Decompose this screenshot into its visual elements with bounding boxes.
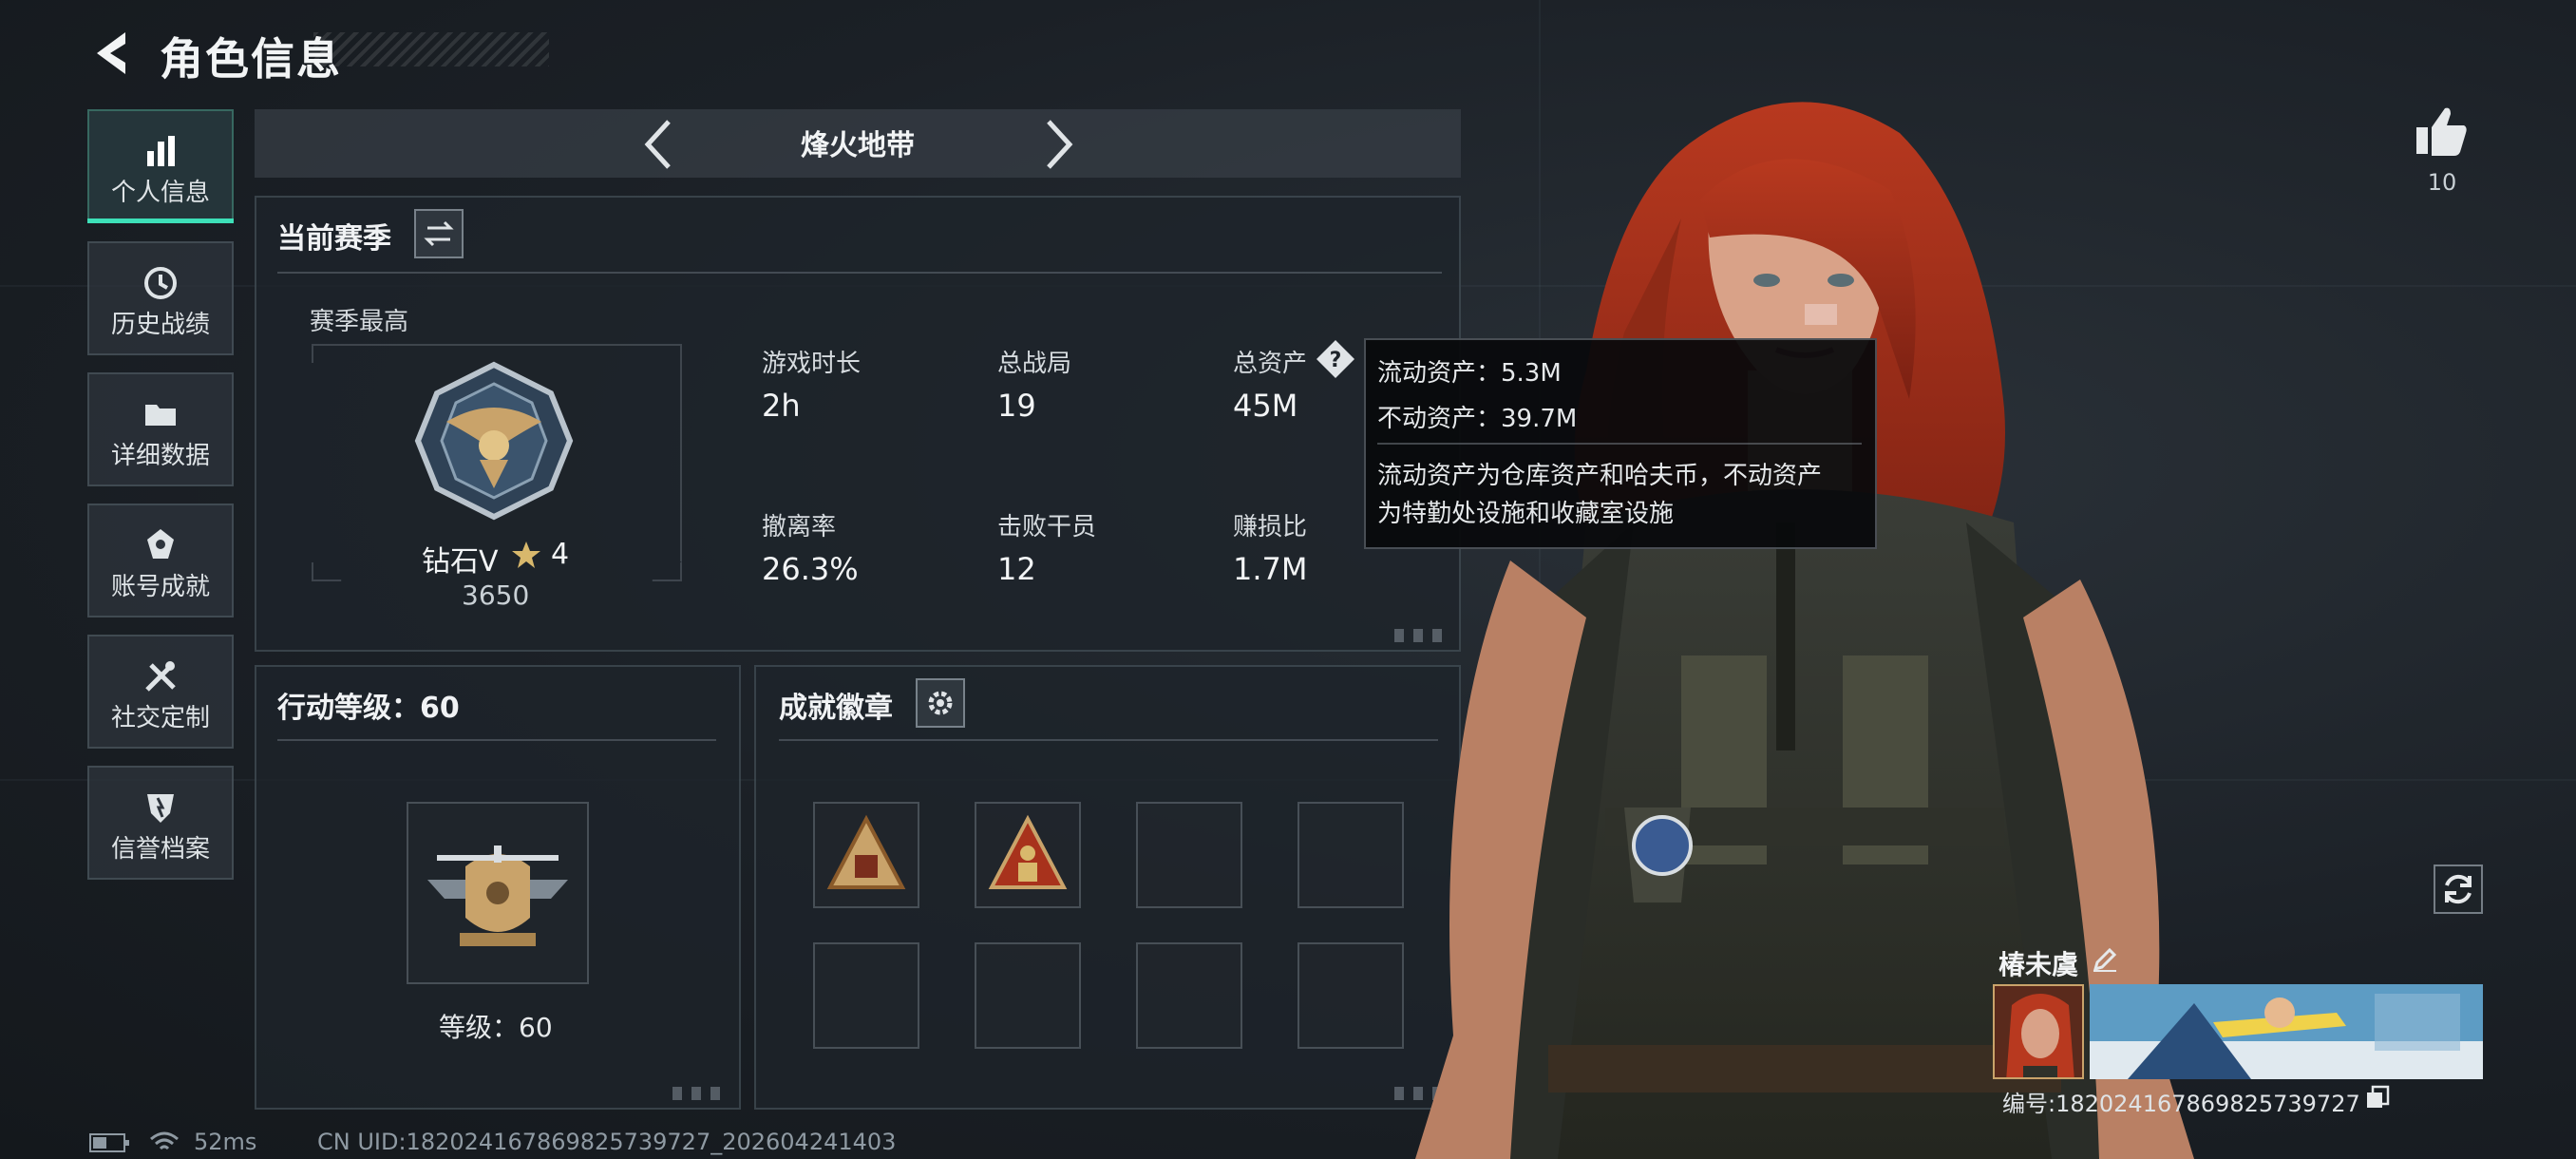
next-mode-arrow-icon[interactable]	[1041, 118, 1075, 171]
copy-icon[interactable]	[2365, 1085, 2390, 1110]
history-icon	[144, 267, 177, 299]
sidebar-item-social[interactable]: 社交定制	[87, 635, 234, 749]
soldier-badge-icon	[988, 814, 1068, 889]
sidebar-item-reputation[interactable]: 信誉档案	[87, 766, 234, 880]
tooltip-description-line2: 为特勤处设施和收藏室设施	[1377, 500, 1675, 528]
sidebar-item-personal-info[interactable]: 个人信息	[87, 109, 234, 223]
stat-label: 总战局	[997, 350, 1072, 378]
player-id: 编号:18202416786982573972​7	[2002, 1091, 2360, 1117]
stat-value: 19	[997, 388, 1036, 424]
badge-slot[interactable]	[1136, 802, 1242, 908]
sidebar-item-detail-data[interactable]: 详细数据	[87, 372, 234, 486]
stat-value: 2h	[762, 388, 801, 424]
badge-slot[interactable]	[1136, 942, 1242, 1049]
gear-icon	[928, 691, 953, 715]
action-level-heading: 行动等级：60	[277, 692, 460, 725]
tooltip-description-line1: 流动资产为仓库资产和哈夫币，不动资产	[1377, 462, 1823, 490]
divider	[277, 739, 716, 741]
sidebar-item-achievements[interactable]: 账号成就	[87, 504, 234, 618]
helicopter-emblem-icon	[427, 846, 568, 946]
badge-settings-button[interactable]	[916, 678, 965, 728]
profile-banner	[2090, 984, 2483, 1079]
avatar[interactable]	[1993, 984, 2084, 1079]
badge-slot[interactable]	[1297, 942, 1404, 1049]
back-icon[interactable]	[87, 27, 135, 80]
help-icon[interactable]: ?	[1315, 338, 1356, 380]
rank-stars: 4	[551, 538, 570, 571]
svg-text:?: ?	[1330, 349, 1342, 372]
stat-label: 总资产	[1233, 350, 1308, 378]
battery-icon	[89, 1133, 129, 1152]
mode-title: 烽火地带	[801, 129, 915, 162]
badge-slot[interactable]	[813, 942, 919, 1049]
rank-emblem-icon	[414, 361, 574, 521]
swap-icon	[424, 220, 454, 247]
cn-uid: CN UID:18202416786982573972​7_2026042414…	[317, 1129, 897, 1155]
tooltip-fixed-assets: 不动资产：39.7M	[1377, 405, 1578, 433]
sidebar-item-label: 历史战绩	[110, 311, 210, 339]
badge-slot[interactable]	[975, 802, 1081, 908]
stat-value: 12	[997, 551, 1036, 587]
corner-decoration	[672, 1087, 729, 1100]
refresh-icon	[2445, 874, 2472, 904]
season-switch-button[interactable]	[414, 209, 464, 258]
page-title: 角色信息	[160, 33, 342, 85]
star-icon	[512, 542, 540, 568]
sidebar-item-label: 信誉档案	[110, 835, 210, 864]
season-best-label: 赛季最高	[310, 308, 409, 336]
player-nickname: 椿未虞	[1998, 949, 2079, 980]
title-stripe	[313, 32, 549, 66]
sidebar-item-label: 个人信息	[110, 179, 210, 207]
sidebar-item-history[interactable]: 历史战绩	[87, 241, 234, 355]
sidebar-item-label: 社交定制	[110, 704, 210, 732]
edit-icon[interactable]	[2092, 946, 2118, 973]
level-emblem-frame	[407, 802, 589, 984]
sidebar-item-label: 详细数据	[110, 442, 210, 470]
stat-value: 45M	[1233, 388, 1298, 424]
shield-icon	[147, 794, 174, 823]
tooltip-liquid-assets: 流动资产：5.3M	[1377, 359, 1562, 388]
folder-icon	[145, 405, 176, 426]
wifi-icon	[150, 1131, 179, 1150]
divider	[277, 272, 1442, 274]
season-heading: 当前赛季	[277, 222, 391, 256]
tools-icon	[145, 661, 176, 692]
stat-value: 1.7M	[1233, 551, 1308, 587]
warning-badge-icon	[826, 814, 906, 889]
bar-chart-icon	[147, 136, 175, 166]
tooltip-divider	[1377, 443, 1862, 445]
divider	[779, 739, 1438, 741]
stat-label: 赚损比	[1233, 513, 1308, 542]
like-count: 10	[2427, 169, 2457, 196]
level-label: 等级：60	[439, 1012, 553, 1043]
badges-heading: 成就徽章	[779, 692, 893, 725]
stat-value: 26.3%	[762, 551, 859, 587]
rank-points: 3650	[462, 580, 530, 611]
sidebar-item-label: 账号成就	[110, 573, 210, 601]
stat-label: 击败干员	[997, 513, 1097, 542]
badge-slot[interactable]	[975, 942, 1081, 1049]
badge-slot[interactable]	[1297, 802, 1404, 908]
achievement-icon	[147, 529, 174, 559]
stat-label: 撤离率	[762, 513, 837, 542]
rotate-character-button[interactable]	[2434, 864, 2483, 914]
rank-name: 钻石V	[422, 545, 499, 579]
stat-label: 游戏时长	[762, 350, 862, 378]
network-ping: 52ms	[194, 1129, 257, 1155]
thumbs-up-icon[interactable]	[2413, 103, 2470, 160]
badge-slot[interactable]	[813, 802, 919, 908]
